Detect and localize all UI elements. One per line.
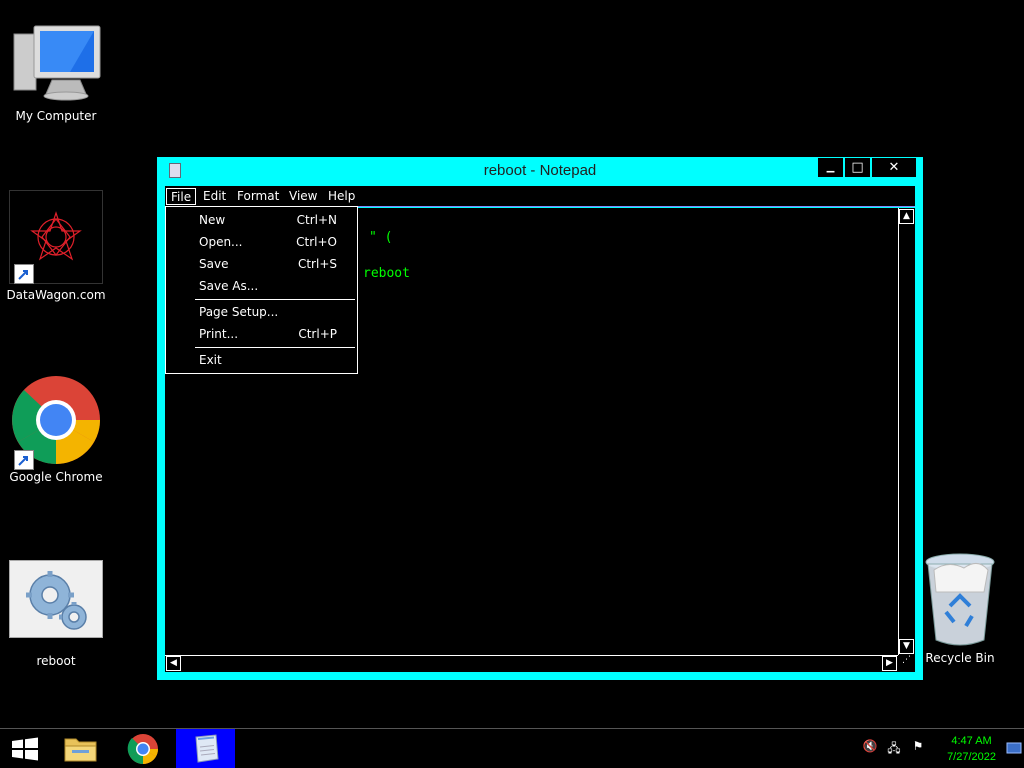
menu-item-shortcut: Ctrl+O	[296, 235, 337, 249]
shortcut-arrow-icon	[14, 264, 34, 284]
vertical-scrollbar[interactable]: ▲ ▼	[898, 208, 915, 655]
desktop-icon-datawagon[interactable]: DataWagon.com	[6, 190, 106, 302]
windows-logo-icon	[12, 737, 38, 761]
menu-edit[interactable]: Edit	[199, 188, 230, 205]
computer-icon	[13, 25, 101, 101]
resize-grip-icon[interactable]: ⋰	[898, 655, 915, 672]
maximize-button[interactable]: □	[844, 157, 871, 178]
desktop-icon-recycle-bin[interactable]: Recycle Bin	[910, 552, 1010, 665]
volume-muted-icon[interactable]: 🔇	[862, 739, 878, 755]
menu-item-open[interactable]: Open... Ctrl+O	[166, 231, 357, 253]
horizontal-scrollbar[interactable]: ◀ ▶	[165, 655, 898, 672]
datawagon-icon	[9, 190, 103, 284]
start-button[interactable]	[0, 729, 50, 768]
notepad-icon	[195, 734, 219, 763]
menu-item-label: Print...	[199, 327, 239, 341]
desktop-preview-icon	[1006, 742, 1022, 754]
menu-file[interactable]: File	[166, 188, 197, 205]
clock-time: 4:47 AM	[951, 735, 992, 747]
menu-item-label: Open...	[199, 235, 243, 249]
scroll-down-arrow-icon[interactable]: ▼	[899, 639, 914, 654]
taskbar-file-explorer[interactable]	[58, 729, 104, 768]
editor-line: reboot	[363, 266, 410, 281]
desktop-icon-label: reboot	[36, 654, 76, 668]
menu-separator	[195, 299, 355, 300]
menu-item-label: Save As...	[199, 279, 259, 293]
menu-item-label: Page Setup...	[199, 305, 279, 319]
gears-icon	[9, 560, 103, 638]
menu-item-new[interactable]: New Ctrl+N	[166, 209, 357, 231]
scroll-right-arrow-icon[interactable]: ▶	[882, 656, 897, 671]
desktop-icon-my-computer[interactable]: My Computer	[6, 24, 106, 123]
menu-item-label: Exit	[199, 353, 222, 367]
desktop-icon-label: DataWagon.com	[6, 288, 106, 302]
menu-item-exit[interactable]: Exit	[166, 349, 357, 371]
menu-item-label: New	[199, 213, 226, 227]
close-button[interactable]: ✕	[871, 157, 917, 178]
title-bar[interactable]: reboot - Notepad ▁ □ ✕	[157, 157, 923, 185]
menu-item-save[interactable]: Save Ctrl+S	[166, 253, 357, 275]
recycle-bin-icon	[925, 553, 995, 646]
menu-item-shortcut: Ctrl+P	[298, 327, 337, 341]
window-title: reboot - Notepad	[483, 162, 597, 179]
chrome-icon	[127, 734, 158, 764]
menu-format[interactable]: Format	[233, 188, 283, 205]
editor-line: " (	[369, 230, 393, 245]
menu-view[interactable]: View	[285, 188, 321, 205]
desktop-icon-label: My Computer	[15, 109, 97, 123]
clock-date: 7/27/2022	[947, 751, 996, 763]
system-clock[interactable]: 4:47 AM 7/27/2022	[947, 733, 996, 765]
folder-icon	[64, 738, 97, 762]
taskbar: 🔇 🖧 ⚑ 4:47 AM 7/27/2022	[0, 728, 1024, 768]
scroll-up-arrow-icon[interactable]: ▲	[899, 209, 914, 224]
scroll-left-arrow-icon[interactable]: ◀	[166, 656, 181, 671]
menu-separator	[195, 347, 355, 348]
menu-item-shortcut: Ctrl+S	[297, 257, 337, 271]
minimize-button[interactable]: ▁	[817, 157, 844, 178]
menu-item-page-setup[interactable]: Page Setup...	[166, 301, 357, 323]
shortcut-arrow-icon	[14, 450, 34, 470]
desktop-icon-label: Recycle Bin	[925, 651, 995, 665]
network-icon[interactable]: 🖧	[886, 739, 902, 755]
desktop-icon-google-chrome[interactable]: Google Chrome	[6, 374, 106, 484]
show-desktop-button[interactable]	[1004, 729, 1024, 768]
action-center-flag-icon[interactable]: ⚑	[910, 739, 926, 755]
menu-item-save-as[interactable]: Save As...	[166, 275, 357, 297]
taskbar-chrome[interactable]	[120, 729, 166, 768]
taskbar-notepad[interactable]	[176, 729, 235, 768]
desktop-icon-label: Google Chrome	[9, 470, 103, 484]
menu-bar: File Edit Format View Help	[165, 186, 915, 207]
menu-help[interactable]: Help	[324, 188, 359, 205]
file-menu-dropdown: New Ctrl+N Open... Ctrl+O Save Ctrl+S Sa…	[165, 206, 358, 374]
menu-item-shortcut: Ctrl+N	[296, 213, 337, 227]
desktop-icon-reboot[interactable]: reboot	[6, 560, 106, 668]
menu-item-label: Save	[199, 257, 229, 271]
menu-item-print[interactable]: Print... Ctrl+P	[166, 323, 357, 345]
